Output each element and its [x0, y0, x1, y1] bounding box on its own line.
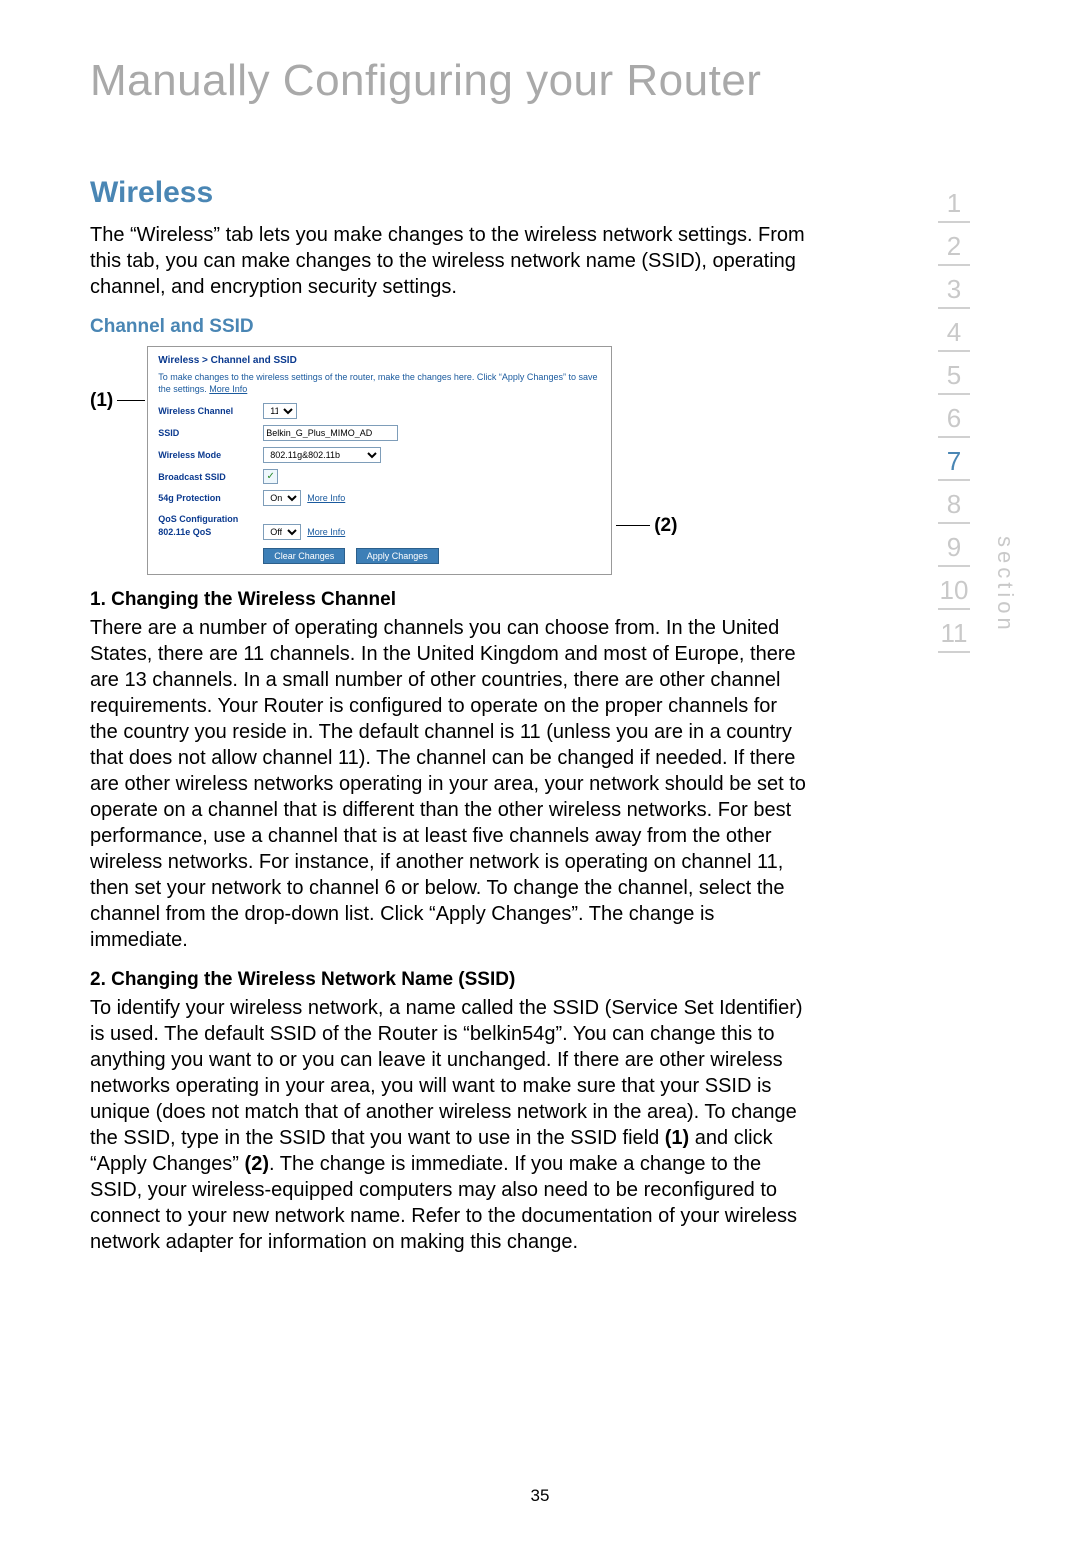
label-broadcast-ssid: Broadcast SSID — [158, 472, 263, 482]
p2-ref-2: (2) — [245, 1153, 269, 1175]
heading-changing-ssid: 2. Changing the Wireless Network Name (S… — [90, 969, 810, 991]
callout-1: (1) — [90, 390, 145, 412]
figure-description: To make changes to the wireless settings… — [158, 372, 601, 395]
section-numbers: 1 2 3 4 5 6 7 8 9 10 11 — [930, 180, 978, 653]
label-ssid: SSID — [158, 428, 263, 438]
section-nav-10[interactable]: 10 — [930, 567, 978, 608]
intro-paragraph: The “Wireless” tab lets you make changes… — [90, 222, 810, 300]
document-page: Manually Configuring your Router Wireles… — [0, 0, 1080, 1542]
clear-changes-button[interactable]: Clear Changes — [263, 548, 345, 564]
label-wireless-channel: Wireless Channel — [158, 406, 263, 416]
row-54g-protection: 54g Protection On More Info — [158, 490, 601, 506]
more-info-link[interactable]: More Info — [209, 384, 247, 394]
main-column: Wireless The “Wireless” tab lets you mak… — [90, 176, 810, 1271]
paragraph-changing-channel: There are a number of operating channels… — [90, 615, 810, 953]
section-label: section — [992, 536, 1018, 634]
ssid-input[interactable] — [263, 425, 398, 441]
qos-select[interactable]: Off — [263, 524, 301, 540]
section-nav-9[interactable]: 9 — [930, 524, 978, 565]
row-ssid: SSID — [158, 425, 601, 441]
heading-channel-ssid: Channel and SSID — [90, 316, 810, 338]
section-nav-5[interactable]: 5 — [930, 352, 978, 393]
broadcast-ssid-checkbox[interactable]: ✓ — [263, 469, 278, 484]
apply-changes-button[interactable]: Apply Changes — [356, 548, 439, 564]
section-nav-2[interactable]: 2 — [930, 223, 978, 264]
section-nav-3[interactable]: 3 — [930, 266, 978, 307]
page-number: 35 — [0, 1486, 1080, 1506]
p2-ref-1: (1) — [665, 1127, 689, 1149]
heading-changing-channel: 1. Changing the Wireless Channel — [90, 589, 810, 611]
section-nav-11[interactable]: 11 — [930, 610, 978, 651]
callout-1-label: (1) — [90, 390, 113, 411]
figure-button-row: Clear Changes Apply Changes — [263, 546, 601, 564]
heading-wireless: Wireless — [90, 176, 810, 210]
protection-select[interactable]: On — [263, 490, 301, 506]
label-qos: 802.11e QoS — [158, 527, 263, 537]
figure-with-callouts: (1) Wireless > Channel and SSID To make … — [90, 346, 810, 575]
more-info-link-protection[interactable]: More Info — [307, 493, 345, 503]
paragraph-changing-ssid: To identify your wireless network, a nam… — [90, 995, 810, 1255]
callout-2: (2) — [616, 515, 677, 537]
row-qos: 802.11e QoS Off More Info — [158, 524, 601, 540]
section-nav-6[interactable]: 6 — [930, 395, 978, 436]
page-title: Manually Configuring your Router — [90, 56, 1010, 106]
section-nav-1[interactable]: 1 — [930, 180, 978, 221]
content-area: Wireless The “Wireless” tab lets you mak… — [90, 176, 1010, 1271]
label-wireless-mode: Wireless Mode — [158, 450, 263, 460]
router-ui-screenshot: Wireless > Channel and SSID To make chan… — [147, 346, 612, 575]
section-nav-7[interactable]: 7 — [930, 438, 978, 479]
callout-2-label: (2) — [654, 515, 677, 536]
row-broadcast-ssid: Broadcast SSID ✓ — [158, 469, 601, 484]
section-sidebar: 1 2 3 4 5 6 7 8 9 10 11 section — [930, 180, 1020, 653]
label-54g-protection: 54g Protection — [158, 493, 263, 503]
section-nav-4[interactable]: 4 — [930, 309, 978, 350]
wireless-channel-select[interactable]: 11 — [263, 403, 297, 419]
row-wireless-mode: Wireless Mode 802.11g&802.11b — [158, 447, 601, 463]
section-nav-8[interactable]: 8 — [930, 481, 978, 522]
more-info-link-qos[interactable]: More Info — [307, 527, 345, 537]
qos-heading: QoS Configuration — [158, 514, 601, 524]
breadcrumb: Wireless > Channel and SSID — [158, 355, 601, 366]
wireless-mode-select[interactable]: 802.11g&802.11b — [263, 447, 381, 463]
row-wireless-channel: Wireless Channel 11 — [158, 403, 601, 419]
